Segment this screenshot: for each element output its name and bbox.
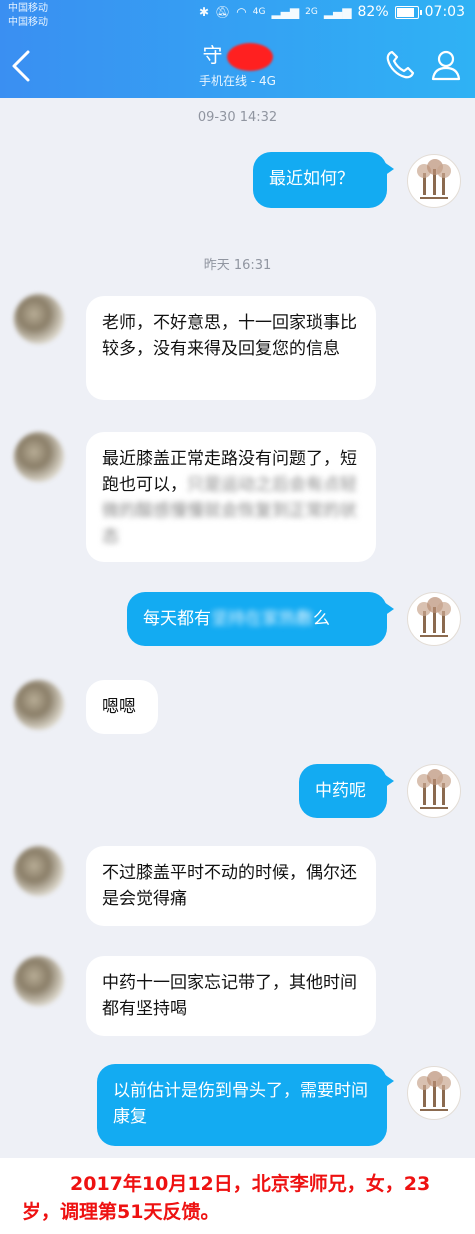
phone-icon [386, 50, 415, 79]
contact-avatar[interactable] [14, 432, 64, 482]
tree-logo-icon [417, 1071, 451, 1111]
message-text: 么 [313, 609, 330, 629]
carrier-2: 中国移动 [8, 17, 48, 28]
timestamp: 昨天 16:31 [203, 258, 272, 273]
message-bubble-incoming[interactable]: 不过膝盖平时不动的时候，偶尔还是会觉得痛 [86, 846, 376, 926]
tree-logo-icon [417, 159, 451, 199]
message-bubble-outgoing[interactable]: 最近如何？ [253, 152, 394, 208]
timestamp: 09-30 14:32 [197, 110, 278, 125]
profile-button[interactable] [429, 48, 463, 82]
chat-area[interactable]: 09-30 14:32 最近如何？ 昨天 16:31 老师，不好意思，十一回家琐… [0, 98, 475, 1158]
message-bubble-incoming[interactable]: 中药十一回家忘记带了，其他时间都有坚持喝 [86, 956, 376, 1036]
self-avatar[interactable] [407, 592, 461, 646]
message-bubble-incoming[interactable]: 嗯嗯 [86, 680, 158, 734]
self-avatar[interactable] [407, 1066, 461, 1120]
top-bar: 中国移动 中国移动 ✱ 🔕︎ ◠ 4G ▂▄▆ 2G ▂▄▆ 82% 07:03… [0, 0, 475, 98]
signal-1-label: 4G [252, 7, 266, 17]
message-text: 每天都有 [143, 609, 211, 629]
status-icons: ✱ 🔕︎ ◠ 4G ▂▄▆ 2G ▂▄▆ 82% 07:03 [199, 4, 465, 20]
bluetooth-icon: ✱ [198, 5, 210, 19]
user-icon [431, 50, 461, 81]
self-avatar[interactable] [407, 764, 461, 818]
wifi-icon: ◠ [236, 5, 247, 19]
feedback-caption: 2017年10月12日，北京李师兄，女，23岁，调理第51天反馈。 [0, 1158, 475, 1234]
contact-avatar[interactable] [14, 294, 64, 344]
signal-2-icon: ▂▄▆ [323, 5, 352, 19]
battery-icon [394, 5, 422, 19]
signal-2-label: 2G [305, 7, 318, 17]
name-redaction-mark [226, 42, 273, 71]
battery-percent: 82% [357, 4, 389, 20]
contact-avatar[interactable] [14, 846, 64, 896]
carrier-info: 中国移动 中国移动 [8, 2, 48, 30]
signal-1-icon: ▂▄▆ [271, 5, 300, 19]
mute-icon: 🔕︎ [215, 5, 231, 19]
tree-logo-icon [417, 769, 451, 809]
message-bubble-incoming[interactable]: 最近膝盖正常走路没有问题了，短跑也可以，只是运动之后会有点轻微的酸感慢慢就会恢复… [86, 432, 376, 562]
carrier-1: 中国移动 [8, 3, 48, 14]
contact-avatar[interactable] [14, 956, 64, 1006]
message-bubble-outgoing[interactable]: 以前估计是伤到骨头了，需要时间康复 [97, 1064, 394, 1146]
contact-name-text: 守 [202, 43, 223, 67]
message-bubble-incoming[interactable]: 老师，不好意思，十一回家琐事比较多，没有来得及回复您的信息 [86, 296, 376, 400]
call-button[interactable] [383, 48, 417, 82]
clock: 07:03 [424, 4, 465, 20]
message-bubble-outgoing[interactable]: 中药呢 [299, 764, 394, 818]
blurred-text: 坚持在家热敷 [211, 609, 313, 629]
self-avatar[interactable] [407, 154, 461, 208]
message-bubble-outgoing[interactable]: 每天都有坚持在家热敷么 [127, 592, 394, 646]
contact-avatar[interactable] [14, 680, 64, 730]
tree-logo-icon [417, 597, 451, 637]
